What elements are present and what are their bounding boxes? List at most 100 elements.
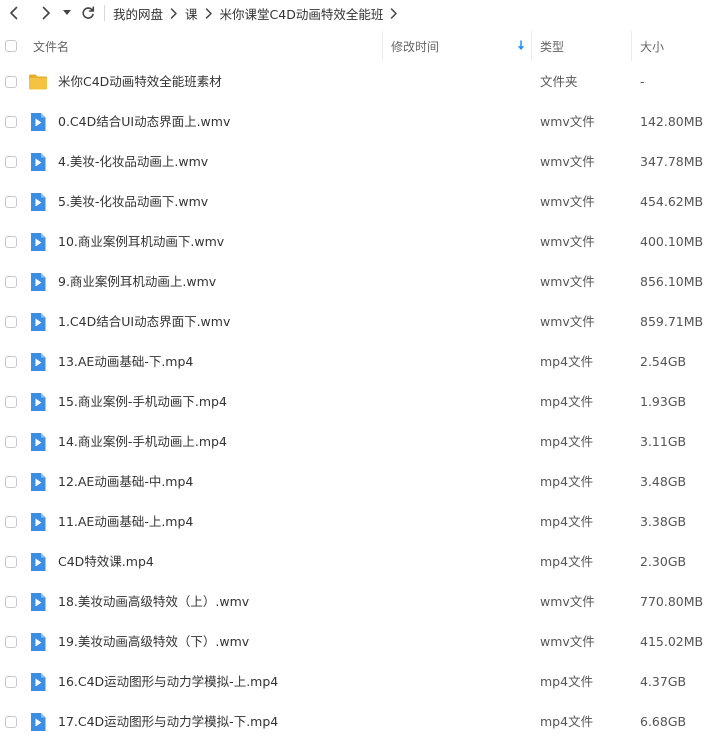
file-name[interactable]: 17.C4D运动图形与动力学模拟-下.mp4 <box>58 702 278 742</box>
file-size: 859.71MB <box>640 314 704 329</box>
breadcrumb-separator-icon <box>390 7 398 19</box>
row-checkbox[interactable] <box>5 356 17 368</box>
back-button[interactable] <box>2 1 26 25</box>
file-row[interactable]: 19.美妆动画高级特效（下）.wmv wmv文件 415.02MB <box>0 622 727 662</box>
row-checkbox[interactable] <box>5 156 17 168</box>
sort-descending-icon <box>517 40 525 54</box>
video-file-icon <box>28 472 48 492</box>
file-name[interactable]: 19.美妆动画高级特效（下）.wmv <box>58 622 249 662</box>
row-checkbox[interactable] <box>5 76 17 88</box>
file-name[interactable]: C4D特效课.mp4 <box>58 542 154 582</box>
folder-icon <box>28 72 48 92</box>
column-header-name-label: 文件名 <box>33 39 70 54</box>
column-header-size[interactable]: 大小 <box>631 31 721 61</box>
file-type: wmv文件 <box>540 594 595 609</box>
row-checkbox[interactable] <box>5 516 17 528</box>
file-name[interactable]: 10.商业案例耳机动画下.wmv <box>58 222 224 262</box>
row-checkbox[interactable] <box>5 596 17 608</box>
forward-button[interactable] <box>34 1 58 25</box>
video-file-icon <box>28 712 48 732</box>
file-size: 415.02MB <box>640 634 704 649</box>
file-size: 400.10MB <box>640 234 704 249</box>
file-row[interactable]: 0.C4D结合UI动态界面上.wmv wmv文件 142.80MB <box>0 102 727 142</box>
file-type: mp4文件 <box>540 714 594 729</box>
file-type: mp4文件 <box>540 554 594 569</box>
row-checkbox[interactable] <box>5 396 17 408</box>
file-row[interactable]: 16.C4D运动图形与动力学模拟-上.mp4 mp4文件 4.37GB <box>0 662 727 702</box>
file-type: wmv文件 <box>540 314 595 329</box>
breadcrumb-separator-icon <box>205 7 213 19</box>
row-checkbox[interactable] <box>5 676 17 688</box>
video-file-icon <box>28 192 48 212</box>
file-row[interactable]: 9.商业案例耳机动画上.wmv wmv文件 856.10MB <box>0 262 727 302</box>
select-all-checkbox[interactable] <box>5 40 17 52</box>
file-size: - <box>640 74 645 89</box>
file-row[interactable]: 5.美妆-化妆品动画下.wmv wmv文件 454.62MB <box>0 182 727 222</box>
row-checkbox[interactable] <box>5 196 17 208</box>
row-checkbox[interactable] <box>5 236 17 248</box>
breadcrumb-item-course[interactable]: 课 <box>185 4 198 23</box>
file-name[interactable]: 13.AE动画基础-下.mp4 <box>58 342 193 382</box>
file-type: wmv文件 <box>540 634 595 649</box>
column-header-modified-label: 修改时间 <box>391 39 440 54</box>
video-file-icon <box>28 272 48 292</box>
file-row[interactable]: 14.商业案例-手机动画上.mp4 mp4文件 3.11GB <box>0 422 727 462</box>
file-name[interactable]: 5.美妆-化妆品动画下.wmv <box>58 182 208 222</box>
file-row[interactable]: 15.商业案例-手机动画下.mp4 mp4文件 1.93GB <box>0 382 727 422</box>
breadcrumb-item-my-drive[interactable]: 我的网盘 <box>113 4 163 23</box>
row-checkbox[interactable] <box>5 476 17 488</box>
file-size: 347.78MB <box>640 154 704 169</box>
file-type: wmv文件 <box>540 114 595 129</box>
file-row[interactable]: 4.美妆-化妆品动画上.wmv wmv文件 347.78MB <box>0 142 727 182</box>
file-name[interactable]: 14.商业案例-手机动画上.mp4 <box>58 422 227 462</box>
file-type: mp4文件 <box>540 474 594 489</box>
row-checkbox[interactable] <box>5 276 17 288</box>
file-name[interactable]: 1.C4D结合UI动态界面下.wmv <box>58 302 230 342</box>
file-type: mp4文件 <box>540 354 594 369</box>
file-row[interactable]: C4D特效课.mp4 mp4文件 2.30GB <box>0 542 727 582</box>
row-checkbox[interactable] <box>5 316 17 328</box>
file-row[interactable]: 11.AE动画基础-上.mp4 mp4文件 3.38GB <box>0 502 727 542</box>
breadcrumb-item-current-folder[interactable]: 米你课堂C4D动画特效全能班 <box>220 4 384 23</box>
file-name[interactable]: 12.AE动画基础-中.mp4 <box>58 462 193 502</box>
file-name[interactable]: 16.C4D运动图形与动力学模拟-上.mp4 <box>58 662 278 702</box>
row-checkbox[interactable] <box>5 636 17 648</box>
refresh-button[interactable] <box>76 1 100 25</box>
navigation-bar: 我的网盘 课 米你课堂C4D动画特效全能班 <box>0 0 727 26</box>
chevron-right-icon <box>42 6 50 20</box>
column-header-modified[interactable]: 修改时间 <box>382 31 531 61</box>
column-header-name[interactable]: 文件名 <box>33 31 382 61</box>
row-checkbox[interactable] <box>5 436 17 448</box>
file-type: mp4文件 <box>540 674 594 689</box>
file-row[interactable]: 12.AE动画基础-中.mp4 mp4文件 3.48GB <box>0 462 727 502</box>
file-row[interactable]: 18.美妆动画高级特效（上）.wmv wmv文件 770.80MB <box>0 582 727 622</box>
file-name[interactable]: 0.C4D结合UI动态界面上.wmv <box>58 102 230 142</box>
file-name[interactable]: 9.商业案例耳机动画上.wmv <box>58 262 216 302</box>
column-header-type[interactable]: 类型 <box>531 31 631 61</box>
file-row[interactable]: 米你C4D动画特效全能班素材 文件夹 - <box>0 62 727 102</box>
row-checkbox[interactable] <box>5 556 17 568</box>
breadcrumb-separator-icon <box>170 7 178 19</box>
file-size: 6.68GB <box>640 714 687 729</box>
file-size: 3.38GB <box>640 514 687 529</box>
file-size: 2.30GB <box>640 554 687 569</box>
file-row[interactable]: 1.C4D结合UI动态界面下.wmv wmv文件 859.71MB <box>0 302 727 342</box>
file-type: wmv文件 <box>540 274 595 289</box>
file-type: mp4文件 <box>540 394 594 409</box>
video-file-icon <box>28 632 48 652</box>
file-row[interactable]: 10.商业案例耳机动画下.wmv wmv文件 400.10MB <box>0 222 727 262</box>
file-row[interactable]: 13.AE动画基础-下.mp4 mp4文件 2.54GB <box>0 342 727 382</box>
file-name[interactable]: 11.AE动画基础-上.mp4 <box>58 502 193 542</box>
history-dropdown-button[interactable] <box>60 1 74 25</box>
file-name[interactable]: 米你C4D动画特效全能班素材 <box>58 62 222 102</box>
file-row[interactable]: 17.C4D运动图形与动力学模拟-下.mp4 mp4文件 6.68GB <box>0 702 727 742</box>
file-type: 文件夹 <box>540 74 578 89</box>
file-name[interactable]: 18.美妆动画高级特效（上）.wmv <box>58 582 249 622</box>
file-name[interactable]: 4.美妆-化妆品动画上.wmv <box>58 142 208 182</box>
row-checkbox[interactable] <box>5 716 17 728</box>
file-type: mp4文件 <box>540 514 594 529</box>
row-checkbox[interactable] <box>5 116 17 128</box>
video-file-icon <box>28 152 48 172</box>
file-name[interactable]: 15.商业案例-手机动画下.mp4 <box>58 382 227 422</box>
video-file-icon <box>28 352 48 372</box>
